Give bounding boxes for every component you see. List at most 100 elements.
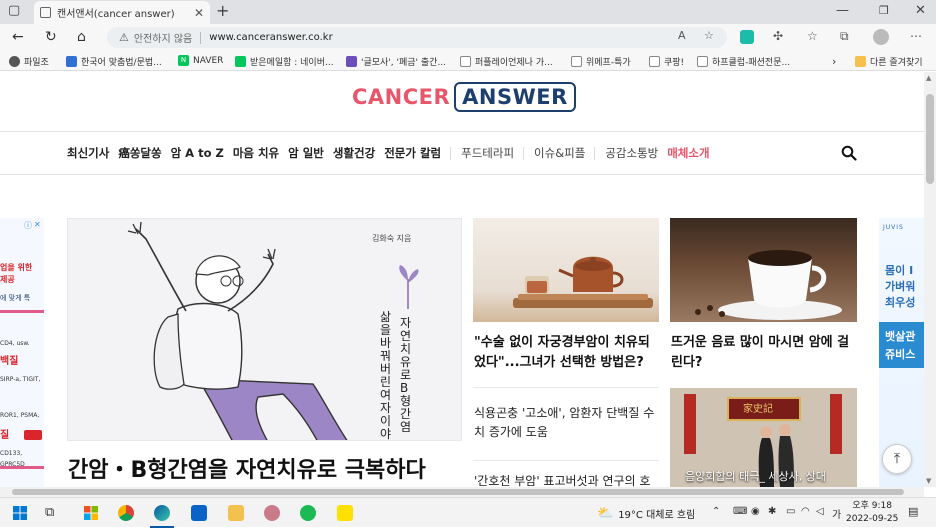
article-title[interactable]: 식용곤충 '고소애', 암환자 단백질 수치 증가에 도움 bbox=[474, 404, 660, 442]
close-tab-icon[interactable]: ✕ bbox=[194, 6, 204, 20]
bookmark-item[interactable]: 위메프-특가 bbox=[571, 55, 631, 68]
bookmarks-overflow-chevron-icon[interactable]: › bbox=[832, 55, 836, 68]
tray-overflow-icon[interactable]: ⌃ bbox=[712, 506, 720, 517]
hero-book-cover-image[interactable]: 김화숙 지음 자연치유로 B형 간염 삶을 바꿔버린 여자 이야기 bbox=[67, 218, 462, 441]
browser-tab[interactable]: 캔서앤서(cancer answer) ✕ bbox=[34, 1, 210, 24]
article-title[interactable]: 뜨거운 음료 많이 마시면 암에 걸린다? bbox=[671, 333, 857, 373]
bookmark-label: 파일조 bbox=[24, 58, 49, 68]
input-method-icon[interactable]: 가 bbox=[832, 506, 841, 521]
bookmark-item[interactable]: '글모사', '폐금' 출간... bbox=[346, 55, 446, 68]
bookmark-item[interactable]: 한국어 맞춤법/문법... bbox=[66, 55, 162, 68]
notification-icon[interactable]: ▤ bbox=[908, 505, 918, 518]
coffee-cup-illustration bbox=[695, 250, 842, 320]
address-bar[interactable]: ⚠ 안전하지 않음 www.canceranswer.co.kr bbox=[107, 27, 727, 48]
scroll-up-arrow-icon[interactable]: ▲ bbox=[926, 74, 931, 82]
windows-start-icon[interactable] bbox=[12, 505, 28, 521]
mail-app-icon[interactable] bbox=[191, 505, 207, 521]
tea-article-image[interactable] bbox=[473, 218, 659, 322]
back-icon[interactable]: ← bbox=[12, 28, 24, 46]
clock-time: 오후 9:18 bbox=[852, 501, 892, 511]
volume-icon[interactable]: ◁ bbox=[816, 506, 824, 517]
nav-cancer-general[interactable]: 암 일반 bbox=[288, 145, 324, 161]
other-bookmarks[interactable]: 다른 즐겨찾기 bbox=[855, 55, 923, 68]
new-tab-icon[interactable]: + bbox=[216, 3, 229, 19]
article-title[interactable]: "수술 없이 자궁경부암이 치유되었다"...그녀가 선택한 방법은? bbox=[474, 333, 660, 373]
bookmark-item[interactable]: 받은메일함 : 네이버... bbox=[235, 55, 334, 68]
favorite-star-icon[interactable]: ☆ bbox=[704, 29, 714, 42]
bookmark-item[interactable]: 하프클럽-패션전문... bbox=[697, 55, 790, 68]
nav-community[interactable]: 공감소통방 bbox=[605, 145, 658, 161]
bluetooth-icon[interactable]: ✱ bbox=[768, 506, 776, 517]
search-icon[interactable] bbox=[841, 145, 857, 161]
scroll-to-top-button[interactable]: ⤒ bbox=[882, 444, 912, 474]
extension-icon[interactable] bbox=[740, 30, 754, 44]
header-divider bbox=[0, 131, 924, 132]
ad-close-icon[interactable]: ✕ bbox=[34, 219, 41, 230]
weather-widget[interactable]: ⛅ 19°C 대체로 흐림 bbox=[597, 506, 695, 521]
horizontal-scrollbar-thumb[interactable] bbox=[12, 489, 904, 495]
more-menu-icon[interactable]: ⋯ bbox=[910, 29, 922, 43]
chrome-icon[interactable] bbox=[118, 505, 134, 521]
nav-cancer-a-to-z[interactable]: 암 A to Z bbox=[171, 145, 224, 161]
read-aloud-icon[interactable]: A bbox=[678, 29, 686, 42]
app-icon[interactable] bbox=[264, 505, 280, 521]
wifi-icon[interactable]: ◠ bbox=[801, 506, 810, 517]
bookmark-label: 하프클럽-패션전문... bbox=[712, 58, 791, 68]
article-title[interactable]: '간호천 부암' 표고버섯과 연구의 호 bbox=[474, 472, 660, 487]
main-navigation: 최신기사 癌쏭달쏭 암 A to Z 마음 치유 암 일반 생활건강 전문가 칼… bbox=[67, 144, 719, 162]
url-text[interactable]: www.canceranswer.co.kr bbox=[209, 32, 332, 43]
profile-avatar[interactable] bbox=[873, 29, 889, 45]
bookmark-item[interactable]: N NAVER bbox=[178, 55, 223, 66]
kakaotalk-icon[interactable] bbox=[337, 505, 353, 521]
home-icon[interactable]: ⌂ bbox=[77, 28, 86, 46]
maximize-icon[interactable]: ❐ bbox=[879, 3, 889, 19]
nav-expert-column[interactable]: 전문가 칼럼 bbox=[384, 145, 441, 161]
spotify-icon[interactable] bbox=[300, 505, 316, 521]
ad-banner-left[interactable]: ⓘ ✕ 업을 위한 제공 에 맞게 특 CD4, usw. 백질 SIRP-a,… bbox=[0, 218, 44, 487]
edge-icon[interactable] bbox=[154, 505, 170, 521]
minimize-icon[interactable]: — bbox=[836, 3, 849, 19]
scroll-down-arrow-icon[interactable]: ▼ bbox=[926, 477, 931, 485]
close-window-icon[interactable]: ✕ bbox=[915, 3, 926, 19]
nav-cancer-quiz[interactable]: 癌쏭달쏭 bbox=[118, 145, 161, 161]
nav-food-therapy[interactable]: 푸드테라피 bbox=[461, 145, 514, 161]
ad-text: 에 맞게 특 bbox=[0, 294, 31, 302]
ad-text: 가벼워 bbox=[885, 280, 916, 293]
windows-explorer-icon[interactable] bbox=[83, 505, 99, 521]
article-divider bbox=[473, 460, 659, 461]
horizontal-scrollbar[interactable] bbox=[0, 487, 924, 497]
refresh-icon[interactable]: ↻ bbox=[45, 28, 57, 46]
nav-mind-healing[interactable]: 마음 치유 bbox=[233, 145, 279, 161]
bookmark-item[interactable]: 퍼플레이언제나 가... bbox=[460, 55, 553, 68]
favorites-icon[interactable]: ☆ bbox=[807, 29, 818, 43]
system-clock[interactable]: 오후 9:18 2022-09-25 bbox=[846, 500, 898, 526]
bookmark-label: 퍼플레이언제나 가... bbox=[475, 58, 553, 68]
warning-icon[interactable]: ⚠ bbox=[119, 31, 129, 44]
nav-latest[interactable]: 최신기사 bbox=[67, 145, 109, 161]
site-logo[interactable]: CANCER ANSWER bbox=[352, 81, 576, 113]
ad-info-icon[interactable]: ⓘ bbox=[24, 220, 32, 231]
network-icon[interactable]: ◉ bbox=[751, 506, 760, 517]
vertical-scrollbar[interactable]: ▲ ▼ bbox=[924, 72, 936, 487]
collections-icon[interactable]: ⧉ bbox=[840, 29, 849, 44]
task-view-icon[interactable]: ⧉ bbox=[45, 505, 61, 521]
battery-icon[interactable]: ▭ bbox=[786, 506, 795, 517]
scrollbar-thumb[interactable] bbox=[926, 94, 934, 184]
nav-about-media[interactable]: 매체소개 bbox=[667, 145, 709, 161]
bookmark-item[interactable]: 쿠팡! bbox=[649, 55, 684, 68]
page-icon bbox=[649, 56, 660, 67]
nav-health-living[interactable]: 생활건강 bbox=[333, 145, 375, 161]
weather-text: 19°C 대체로 흐림 bbox=[618, 510, 696, 521]
keyboard-icon[interactable]: ⌨ bbox=[733, 506, 747, 517]
coffee-article-image[interactable] bbox=[670, 218, 857, 322]
nav-issue-people[interactable]: 이슈&피플 bbox=[534, 145, 585, 161]
other-bookmarks-label: 다른 즐겨찾기 bbox=[870, 58, 923, 68]
bookmark-label: NAVER bbox=[193, 55, 224, 66]
hero-headline[interactable]: 간암・B형간염을 자연치유로 극복하다 bbox=[68, 452, 426, 484]
file-explorer-icon[interactable] bbox=[228, 505, 244, 521]
taichi-article-image[interactable]: 家史記 음양회합의 태극_ 세상사, 상대 bbox=[670, 388, 857, 487]
clock-date: 2022-09-25 bbox=[846, 514, 899, 524]
bookmark-item[interactable]: 파일조 bbox=[9, 55, 49, 68]
tab-actions-icon[interactable]: ▢ bbox=[8, 3, 20, 19]
extensions-puzzle-icon[interactable]: ✣ bbox=[773, 29, 783, 43]
